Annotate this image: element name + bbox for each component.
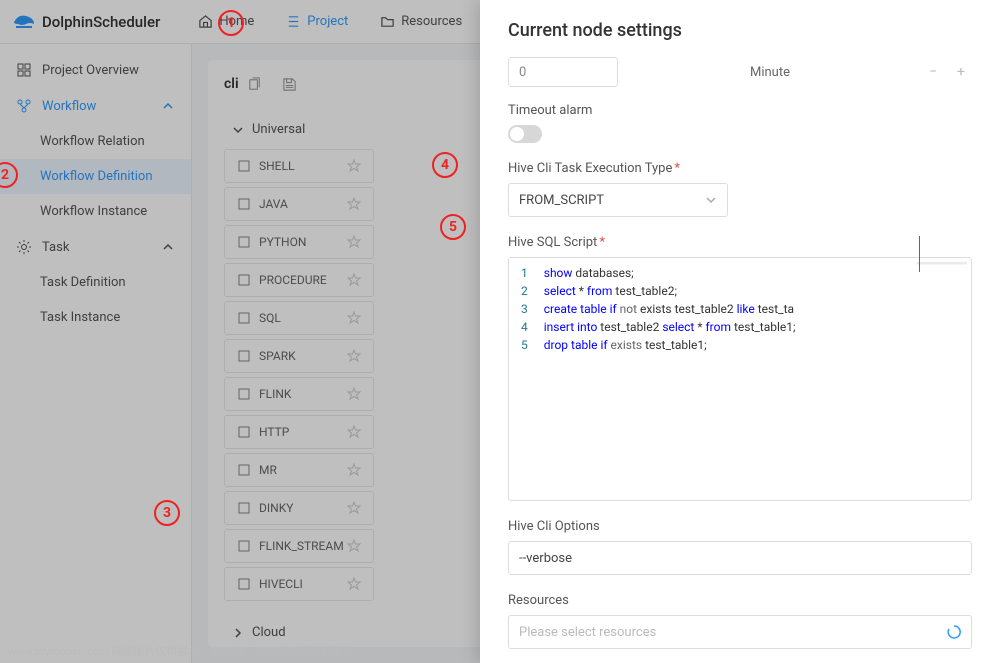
task-type-icon bbox=[237, 425, 251, 439]
task-type-icon bbox=[237, 349, 251, 363]
brand-text: DolphinScheduler bbox=[42, 13, 160, 31]
star-icon[interactable] bbox=[347, 197, 361, 211]
workflow-icon bbox=[16, 98, 32, 114]
tab-name: cli bbox=[224, 76, 239, 92]
options-label: Hive Cli Options bbox=[508, 519, 972, 534]
task-type-icon bbox=[237, 273, 251, 287]
exec-type-label: Hive Cli Task Execution Type* bbox=[508, 161, 972, 176]
task-item-flink_stream[interactable]: FLINK_STREAM bbox=[224, 529, 374, 563]
chevron-down-icon bbox=[705, 194, 717, 206]
chevron-right-icon bbox=[232, 627, 244, 639]
sidebar-task-instance[interactable]: Task Instance bbox=[0, 300, 191, 335]
script-label: Hive SQL Script* bbox=[508, 235, 972, 250]
brand-logo[interactable]: DolphinScheduler bbox=[12, 12, 160, 32]
task-item-hivecli[interactable]: HIVECLI bbox=[224, 567, 374, 601]
task-item-shell[interactable]: SHELL bbox=[224, 149, 374, 183]
star-icon[interactable] bbox=[347, 235, 361, 249]
task-item-sql[interactable]: SQL bbox=[224, 301, 374, 335]
save-icon[interactable] bbox=[282, 77, 297, 92]
dolphin-icon bbox=[12, 12, 36, 32]
star-icon[interactable] bbox=[347, 539, 361, 553]
nav-project[interactable]: Project bbox=[272, 8, 362, 35]
footer-watermark: www.toymoban.com 网络图片仅供展示，非存储，如有侵权请联系删除。 bbox=[8, 643, 364, 659]
task-type-icon bbox=[237, 577, 251, 591]
timeout-alarm-label: Timeout alarm bbox=[508, 103, 972, 118]
task-type-icon bbox=[237, 235, 251, 249]
task-list: SHELL JAVA PYTHON PROCEDURE SQL SPARK FLINK HTT… bbox=[224, 149, 374, 605]
dashboard-icon bbox=[16, 62, 32, 78]
node-settings-drawer: Current node settings 0 Minute − + Timeo… bbox=[480, 0, 1000, 663]
drawer-title: Current node settings bbox=[508, 20, 972, 41]
interval-unit: Minute bbox=[624, 65, 916, 80]
left-sidebar: Project Overview Workflow Workflow Relat… bbox=[0, 44, 192, 663]
sidebar-workflow[interactable]: Workflow bbox=[0, 88, 191, 124]
copy-icon[interactable] bbox=[247, 77, 262, 92]
resources-select[interactable]: Please select resources bbox=[508, 615, 972, 649]
cursor-line bbox=[919, 236, 920, 272]
star-icon[interactable] bbox=[347, 387, 361, 401]
task-palette: Universal SHELL JAVA PYTHON PROCEDURE SQL SPA… bbox=[224, 110, 374, 663]
star-icon[interactable] bbox=[347, 463, 361, 477]
star-icon[interactable] bbox=[347, 425, 361, 439]
task-type-icon bbox=[237, 197, 251, 211]
home-icon bbox=[198, 14, 213, 29]
resources-label: Resources bbox=[508, 593, 972, 608]
task-item-java[interactable]: JAVA bbox=[224, 187, 374, 221]
task-item-dinky[interactable]: DINKY bbox=[224, 491, 374, 525]
star-icon[interactable] bbox=[347, 159, 361, 173]
gear-icon bbox=[16, 239, 32, 255]
star-icon[interactable] bbox=[347, 273, 361, 287]
task-item-mr[interactable]: MR bbox=[224, 453, 374, 487]
task-item-spark[interactable]: SPARK bbox=[224, 339, 374, 373]
task-type-icon bbox=[237, 463, 251, 477]
nav-resources[interactable]: Resources bbox=[366, 8, 476, 35]
sidebar-task[interactable]: Task bbox=[0, 229, 191, 265]
sidebar-workflow-definition[interactable]: Workflow Definition bbox=[0, 159, 191, 194]
interval-spinner: 0 Minute − + bbox=[508, 57, 972, 87]
interval-value[interactable]: 0 bbox=[508, 57, 618, 87]
sidebar-workflow-instance[interactable]: Workflow Instance bbox=[0, 194, 191, 229]
timeout-alarm-toggle[interactable] bbox=[508, 125, 542, 143]
interval-decrement[interactable]: − bbox=[922, 61, 944, 83]
task-type-icon bbox=[237, 539, 251, 553]
chevron-up-icon bbox=[161, 240, 175, 254]
star-icon[interactable] bbox=[347, 577, 361, 591]
sidebar-workflow-relation[interactable]: Workflow Relation bbox=[0, 124, 191, 159]
minimap bbox=[917, 262, 967, 288]
star-icon[interactable] bbox=[347, 349, 361, 363]
list-icon bbox=[286, 14, 301, 29]
task-item-python[interactable]: PYTHON bbox=[224, 225, 374, 259]
group-universal[interactable]: Universal bbox=[224, 110, 374, 149]
loading-icon bbox=[947, 625, 961, 639]
code-content[interactable]: show databases; select * from test_table… bbox=[536, 258, 971, 360]
task-type-icon bbox=[237, 387, 251, 401]
task-type-icon bbox=[237, 501, 251, 515]
interval-increment[interactable]: + bbox=[950, 61, 972, 83]
line-gutter: 12345 bbox=[509, 258, 536, 360]
exec-type-select[interactable]: FROM_SCRIPT bbox=[508, 183, 728, 217]
nav-home[interactable]: Home bbox=[184, 8, 268, 35]
chevron-up-icon bbox=[161, 99, 175, 113]
options-input[interactable]: --verbose bbox=[508, 541, 972, 575]
sidebar-task-definition[interactable]: Task Definition bbox=[0, 265, 191, 300]
star-icon[interactable] bbox=[347, 501, 361, 515]
task-item-procedure[interactable]: PROCEDURE bbox=[224, 263, 374, 297]
sql-editor[interactable]: 12345 show databases; select * from test… bbox=[508, 257, 972, 501]
task-item-flink[interactable]: FLINK bbox=[224, 377, 374, 411]
sidebar-project-overview[interactable]: Project Overview bbox=[0, 52, 191, 88]
star-icon[interactable] bbox=[347, 311, 361, 325]
task-type-icon bbox=[237, 311, 251, 325]
task-item-http[interactable]: HTTP bbox=[224, 415, 374, 449]
task-type-icon bbox=[237, 159, 251, 173]
chevron-down-icon bbox=[232, 124, 244, 136]
folder-icon bbox=[380, 14, 395, 29]
